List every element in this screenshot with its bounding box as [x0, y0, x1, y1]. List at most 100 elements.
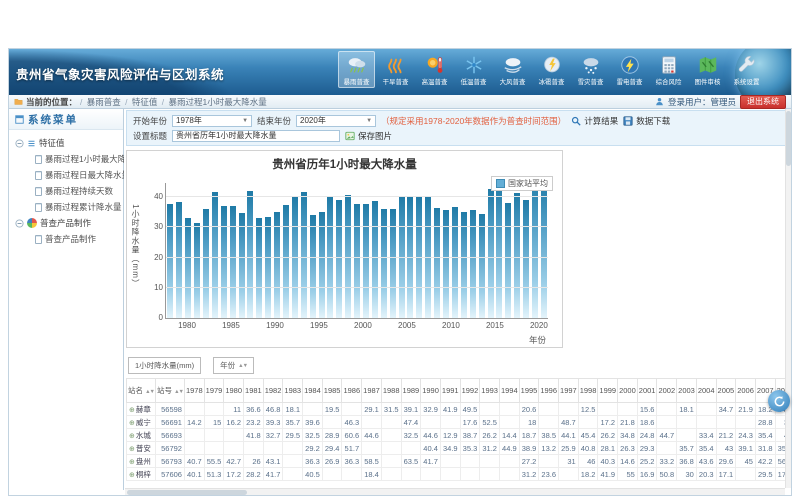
sidebar-group[interactable]: 特征值: [11, 135, 121, 151]
sidebar-item[interactable]: 暴雨过程累计降水量: [11, 199, 121, 215]
sidebar-group[interactable]: 普查产品制作: [11, 215, 121, 231]
bar-2018[interactable]: [523, 200, 529, 318]
station-name-cell[interactable]: ⊕盘州: [127, 455, 156, 468]
toolbar-item-snow[interactable]: 雪灾普查: [572, 51, 609, 88]
bar-2001[interactable]: [372, 201, 378, 318]
bar-1978[interactable]: [167, 204, 173, 318]
tree-toggle-icon[interactable]: [15, 139, 24, 148]
bar-1986[interactable]: [239, 213, 245, 318]
col-header-year-1980[interactable]: 1980: [224, 379, 244, 403]
bar-1985[interactable]: [230, 206, 236, 318]
tree-toggle-icon[interactable]: [15, 219, 24, 228]
col-header-year-1996[interactable]: 1996: [539, 379, 559, 403]
calculate-button[interactable]: 计算结果: [571, 115, 618, 127]
col-header-year-1989[interactable]: 1989: [401, 379, 421, 403]
download-button[interactable]: 数据下载: [623, 115, 670, 127]
start-year-select[interactable]: 1978年▼: [172, 115, 252, 127]
col-header-year-1990[interactable]: 1990: [421, 379, 441, 403]
bar-1999[interactable]: [354, 204, 360, 318]
floating-refresh-button[interactable]: [768, 390, 790, 412]
col-header-year-2000[interactable]: 2000: [618, 379, 638, 403]
col-header-year-1998[interactable]: 1998: [578, 379, 598, 403]
row-expander-icon[interactable]: ⊕: [129, 472, 135, 479]
bar-2020[interactable]: [541, 181, 547, 318]
bar-2008[interactable]: [434, 208, 440, 318]
col-header-year-2002[interactable]: 2002: [657, 379, 677, 403]
col-header-station-id[interactable]: 站号 ▲▼: [155, 379, 184, 403]
row-expander-icon[interactable]: ⊕: [129, 407, 135, 414]
col-header-year-1991[interactable]: 1991: [440, 379, 460, 403]
col-header-year-1993[interactable]: 1993: [480, 379, 500, 403]
col-header-year-1984[interactable]: 1984: [303, 379, 323, 403]
bar-2002[interactable]: [381, 209, 387, 318]
breadcrumb-item[interactable]: 特征值: [132, 97, 158, 107]
value-type-filter[interactable]: 1小时降水量(mm): [128, 357, 201, 374]
breadcrumb-item[interactable]: 暴雨普查: [87, 97, 121, 107]
toolbar-item-rain[interactable]: 暴雨普查: [338, 51, 375, 88]
col-header-year-1999[interactable]: 1999: [598, 379, 618, 403]
col-header-year-1987[interactable]: 1987: [362, 379, 382, 403]
col-header-year-2006[interactable]: 2006: [736, 379, 756, 403]
col-header-year-2001[interactable]: 2001: [637, 379, 657, 403]
bar-2014[interactable]: [488, 189, 494, 318]
row-expander-icon[interactable]: ⊕: [129, 459, 135, 466]
col-header-year-1992[interactable]: 1992: [460, 379, 480, 403]
bar-1979[interactable]: [176, 202, 182, 318]
chart-title-input[interactable]: [172, 130, 340, 142]
bar-2011[interactable]: [461, 212, 467, 318]
toolbar-item-wind[interactable]: 大风普查: [494, 51, 531, 88]
sidebar-item[interactable]: 暴雨过程日最大降水量: [11, 167, 121, 183]
toolbar-item-risk[interactable]: 综合风险: [650, 51, 687, 88]
bar-1984[interactable]: [221, 206, 227, 318]
col-header-year-1994[interactable]: 1994: [499, 379, 519, 403]
bar-1995[interactable]: [319, 212, 325, 318]
col-header-year-1981[interactable]: 1981: [244, 379, 264, 403]
end-year-select[interactable]: 2020年▼: [296, 115, 376, 127]
col-header-year-1995[interactable]: 1995: [519, 379, 539, 403]
station-name-cell[interactable]: ⊕水城: [127, 429, 156, 442]
bar-2017[interactable]: [514, 193, 520, 318]
bar-2010[interactable]: [452, 207, 458, 318]
station-name-cell[interactable]: ⊕威宁: [127, 416, 156, 429]
bar-1982[interactable]: [203, 209, 209, 318]
bar-2003[interactable]: [390, 209, 396, 318]
bar-2013[interactable]: [479, 214, 485, 318]
year-sort-filter[interactable]: 年份▲▼: [213, 357, 254, 374]
toolbar-item-drought[interactable]: 干旱普查: [377, 51, 414, 88]
horizontal-scrollbar[interactable]: [125, 488, 785, 495]
bar-1988[interactable]: [256, 218, 262, 318]
station-name-cell[interactable]: ⊕桐梓: [127, 468, 156, 481]
toolbar-item-hail[interactable]: 冰雹普查: [533, 51, 570, 88]
vertical-scrollbar[interactable]: [785, 109, 791, 488]
col-header-year-1985[interactable]: 1985: [322, 379, 342, 403]
horizontal-scrollbar-thumb[interactable]: [127, 490, 247, 495]
toolbar-item-lightning[interactable]: 雷电普查: [611, 51, 648, 88]
sidebar-item[interactable]: 暴雨过程1小时最大降水量: [11, 151, 121, 167]
bar-1981[interactable]: [194, 223, 200, 318]
toolbar-item-cold[interactable]: 低温普查: [455, 51, 492, 88]
bar-2015[interactable]: [496, 183, 502, 318]
sidebar-item[interactable]: 暴雨过程持续天数: [11, 183, 121, 199]
vertical-scrollbar-thumb[interactable]: [786, 111, 791, 166]
col-header-year-2005[interactable]: 2005: [716, 379, 736, 403]
col-header-year-1988[interactable]: 1988: [381, 379, 401, 403]
row-expander-icon[interactable]: ⊕: [129, 433, 135, 440]
toolbar-item-settings[interactable]: 系统设置: [728, 51, 765, 88]
row-expander-icon[interactable]: ⊕: [129, 446, 135, 453]
bar-2016[interactable]: [505, 203, 511, 318]
col-header-station-name[interactable]: 站名 ▲▼: [127, 379, 156, 403]
bar-1991[interactable]: [283, 205, 289, 318]
col-header-year-1978[interactable]: 1978: [184, 379, 204, 403]
toolbar-item-map[interactable]: 图件审核: [689, 51, 726, 88]
bar-1983[interactable]: [212, 192, 218, 318]
col-header-year-2003[interactable]: 2003: [677, 379, 697, 403]
col-header-year-2004[interactable]: 2004: [696, 379, 716, 403]
bar-2019[interactable]: [532, 177, 538, 318]
logout-button[interactable]: 退出系统: [740, 95, 786, 109]
bar-1994[interactable]: [310, 215, 316, 318]
toolbar-item-heat[interactable]: 高温普查: [416, 51, 453, 88]
bar-1987[interactable]: [247, 191, 253, 318]
col-header-year-1986[interactable]: 1986: [342, 379, 362, 403]
chart-legend[interactable]: 国家站平均: [491, 176, 553, 191]
bar-1989[interactable]: [265, 217, 271, 318]
